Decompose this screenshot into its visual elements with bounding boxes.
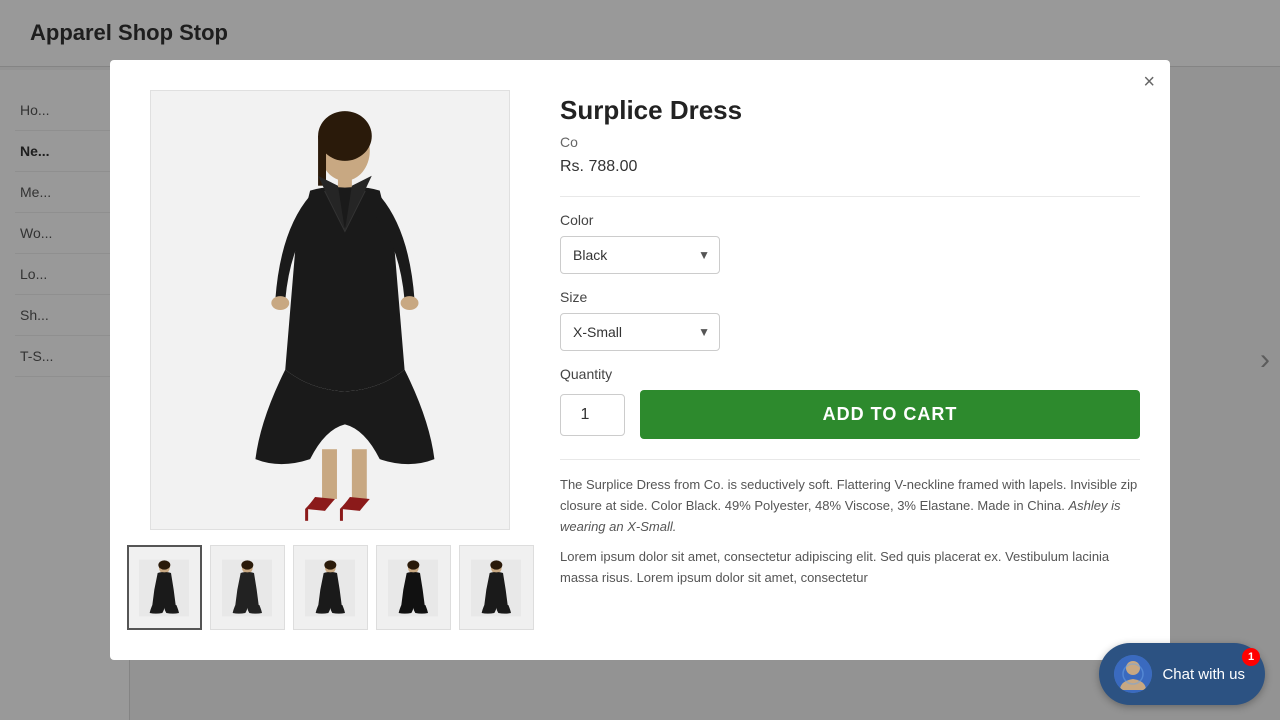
thumbnail-5[interactable] (459, 545, 534, 630)
description-lorem: Lorem ipsum dolor sit amet, consectetur … (560, 547, 1140, 589)
chat-badge: 1 (1242, 648, 1260, 666)
dress-figure-svg (151, 91, 509, 529)
modal-body: Surplice Dress Co Rs. 788.00 Color Black… (110, 60, 1170, 660)
thumbnail-4[interactable] (376, 545, 451, 630)
color-select-wrapper: Black Navy Red ▼ (560, 236, 720, 274)
quantity-input[interactable] (560, 394, 625, 436)
product-brand: Co (560, 134, 1140, 150)
size-select[interactable]: X-Small Small Medium Large X-Large (560, 313, 720, 351)
size-label: Size (560, 289, 1140, 305)
chat-avatar-icon (1114, 655, 1152, 693)
modal-close-button[interactable]: × (1143, 72, 1155, 92)
size-field: Size X-Small Small Medium Large X-Large … (560, 289, 1140, 366)
main-product-image (150, 90, 510, 530)
chat-widget[interactable]: Chat with us 1 (1099, 643, 1265, 705)
color-label: Color (560, 212, 1140, 228)
product-description: The Surplice Dress from Co. is seductive… (560, 475, 1140, 537)
add-to-cart-button[interactable]: ADD TO CART (640, 390, 1140, 439)
description-main: The Surplice Dress from Co. is seductive… (560, 477, 1137, 513)
size-select-wrapper: X-Small Small Medium Large X-Large ▼ (560, 313, 720, 351)
thumbnail-3[interactable] (293, 545, 368, 630)
chat-label: Chat with us (1162, 666, 1245, 683)
divider-1 (560, 196, 1140, 197)
product-price: Rs. 788.00 (560, 158, 1140, 176)
quantity-cart-row: ADD TO CART (560, 390, 1140, 439)
divider-2 (560, 459, 1140, 460)
product-image-section (140, 90, 520, 630)
thumbnail-1[interactable] (127, 545, 202, 630)
thumbnail-2[interactable] (210, 545, 285, 630)
quantity-label: Quantity (560, 366, 1140, 382)
product-title: Surplice Dress (560, 95, 1140, 126)
product-modal: × (110, 60, 1170, 660)
chat-avatar (1114, 655, 1152, 693)
product-details-section: Surplice Dress Co Rs. 788.00 Color Black… (560, 90, 1140, 630)
thumbnail-row (127, 545, 534, 630)
color-field: Color Black Navy Red ▼ (560, 212, 1140, 289)
color-select[interactable]: Black Navy Red (560, 236, 720, 274)
